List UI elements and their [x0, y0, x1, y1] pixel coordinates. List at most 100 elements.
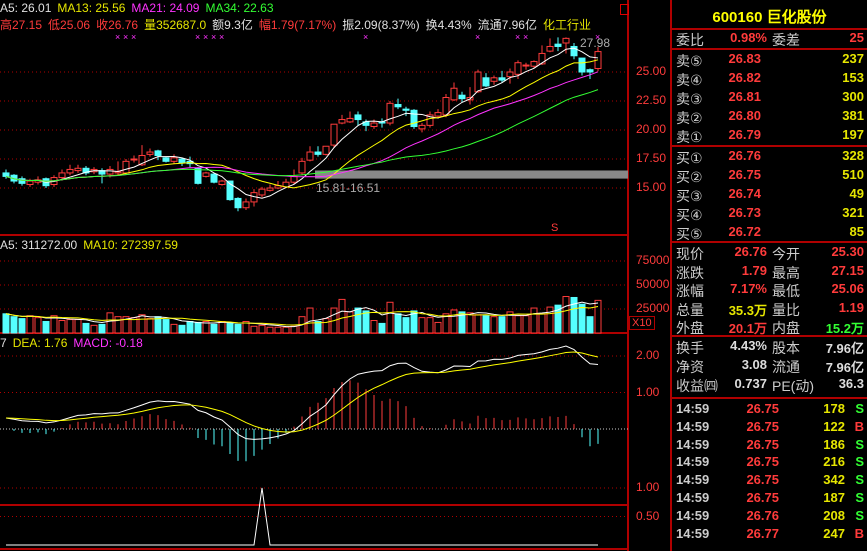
info-item: 低25.06 — [48, 18, 91, 32]
candle-body — [450, 87, 458, 101]
candle[interactable] — [522, 62, 530, 70]
trade-volume: 216 — [823, 454, 845, 470]
volume-bar — [514, 315, 522, 334]
sell-level-row: 卖② 26.80 381 — [672, 108, 867, 127]
volume-bar — [162, 319, 170, 334]
volume-bar — [210, 323, 218, 334]
candle[interactable] — [450, 82, 458, 101]
candle[interactable] — [322, 145, 330, 156]
axis-label: 25.00 — [636, 64, 667, 78]
volume-bar — [66, 319, 74, 334]
candle[interactable] — [498, 70, 506, 83]
candle[interactable] — [466, 87, 474, 105]
volume-bar — [426, 317, 434, 334]
volume-bar — [170, 323, 178, 334]
volume-bar — [234, 323, 242, 334]
candle[interactable] — [346, 111, 354, 124]
candle[interactable] — [178, 157, 186, 166]
candle[interactable] — [146, 148, 154, 157]
candle[interactable] — [338, 114, 346, 125]
candle[interactable] — [418, 123, 426, 133]
x-marker: × — [219, 32, 224, 42]
candle-body — [162, 157, 170, 162]
macd-item: 7 — [0, 336, 7, 350]
candle[interactable] — [74, 164, 82, 173]
macd-legend: 7 DEA: 1.76 MACD: -0.18 — [0, 336, 149, 350]
candle[interactable] — [306, 146, 314, 162]
candle[interactable] — [202, 171, 210, 178]
candle[interactable] — [114, 161, 122, 176]
candle[interactable] — [18, 176, 26, 186]
sell-signal-marker[interactable]: S — [551, 222, 558, 234]
candle-body — [394, 103, 402, 108]
candle[interactable] — [490, 75, 498, 85]
volume-bar — [194, 321, 202, 334]
candle-body — [482, 77, 490, 87]
ma-item: MA21: 24.09 — [131, 1, 200, 15]
candle[interactable] — [554, 37, 562, 52]
candle[interactable] — [234, 197, 242, 212]
candle[interactable] — [330, 123, 338, 148]
candle[interactable] — [42, 177, 50, 188]
candle[interactable] — [162, 156, 170, 163]
candle[interactable] — [218, 179, 226, 186]
volume-bar — [114, 316, 122, 334]
candle[interactable] — [250, 189, 258, 207]
candle[interactable] — [402, 106, 410, 117]
price-info-line: 高27.15 低25.06 收26.76 量352687.0 额9.3亿 幅1.79(7.… — [0, 16, 597, 33]
candle[interactable] — [570, 43, 578, 60]
candle[interactable] — [130, 155, 138, 163]
volume-bar — [90, 324, 98, 334]
stat-value: 27.15 — [831, 262, 864, 278]
candle[interactable] — [378, 118, 386, 128]
level-price: 26.83 — [728, 51, 761, 66]
volume-bar — [58, 320, 66, 334]
candle[interactable] — [474, 69, 482, 93]
x-marker: × — [195, 32, 200, 42]
info-item: 换4.43% — [425, 18, 472, 32]
stat-value: 25.06 — [831, 281, 864, 296]
chart-canvas[interactable]: × × × × × × × × × × × × — [0, 0, 670, 551]
candle[interactable] — [122, 159, 130, 175]
candle[interactable] — [210, 172, 218, 184]
candle-body — [330, 123, 338, 146]
candle[interactable] — [314, 146, 322, 157]
volume-bar — [250, 325, 258, 334]
macd-item: DEA: 1.76 — [12, 336, 68, 350]
level-volume: 321 — [842, 205, 864, 220]
volume-bar — [386, 301, 394, 334]
stat-label: 涨幅 — [676, 283, 704, 299]
stat-value: 3.08 — [741, 357, 767, 372]
candle[interactable] — [506, 68, 514, 84]
candle[interactable] — [354, 111, 362, 126]
candle[interactable] — [298, 157, 306, 176]
trade-side: B — [854, 418, 864, 434]
volume-bar — [10, 316, 18, 334]
panel-toggle-icon[interactable] — [620, 4, 629, 15]
candle[interactable] — [66, 164, 74, 176]
candle-body — [546, 45, 554, 52]
candle[interactable] — [546, 38, 554, 53]
candle[interactable] — [594, 47, 602, 72]
candle[interactable] — [410, 109, 418, 129]
candle[interactable] — [386, 101, 394, 126]
level-label: 买④ — [676, 207, 703, 223]
trade-time: 14:59 — [676, 507, 710, 523]
candle[interactable] — [170, 154, 178, 164]
candle[interactable] — [82, 165, 90, 176]
volume-bar — [450, 309, 458, 334]
candle[interactable] — [578, 57, 586, 76]
stock-code: 600160 — [712, 9, 763, 26]
stat-label: 最低 — [772, 283, 800, 299]
sell-level-row: 卖① 26.79 197 — [672, 127, 867, 146]
candle-body — [458, 94, 466, 100]
candle[interactable] — [266, 184, 274, 192]
level-volume: 510 — [842, 167, 864, 182]
candle[interactable] — [482, 73, 490, 88]
candle-body — [442, 97, 450, 116]
candle[interactable] — [394, 98, 402, 110]
candle-body — [434, 112, 442, 117]
volume-bar — [474, 314, 482, 334]
candle[interactable] — [242, 198, 250, 211]
stat-row: 现价 26.76 今开 25.30 — [672, 244, 867, 263]
